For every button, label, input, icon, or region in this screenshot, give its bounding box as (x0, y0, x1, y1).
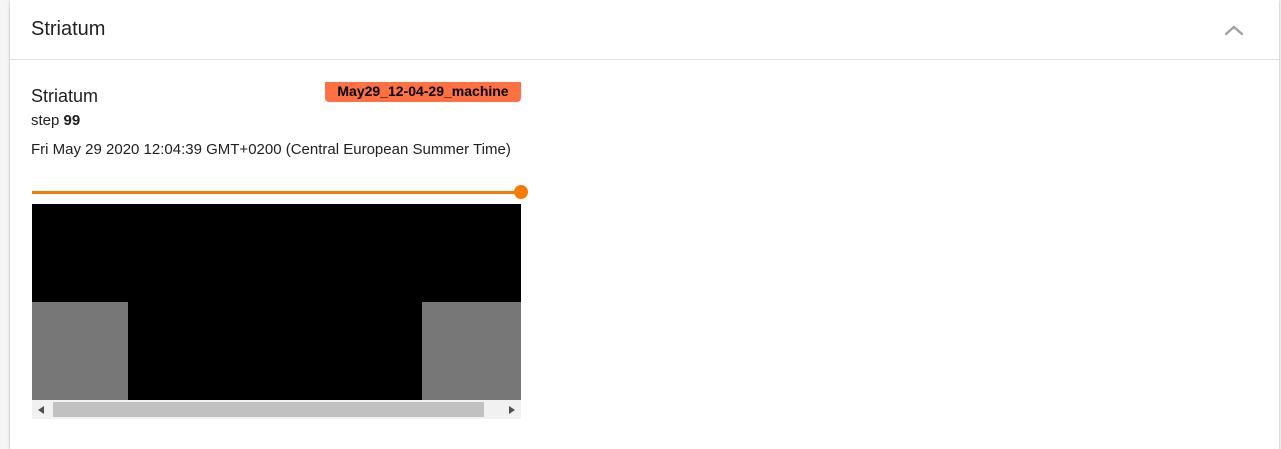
slider-thumb[interactable] (514, 185, 528, 199)
horizontal-scrollbar[interactable] (32, 400, 521, 419)
image-block-right (422, 302, 521, 400)
step-line: step 99 (31, 111, 80, 131)
timestamp: Fri May 29 2020 12:04:39 GMT+0200 (Centr… (31, 141, 511, 158)
pane-title: Striatum (31, 18, 106, 40)
run-badge: May29_12-04-29_machine (325, 82, 521, 102)
scroll-right-button[interactable] (503, 400, 521, 419)
scroll-thumb[interactable] (53, 402, 484, 417)
triangle-right-icon (509, 405, 515, 414)
triangle-left-icon (38, 405, 44, 414)
card-title: Striatum (31, 86, 99, 106)
scroll-left-button[interactable] (32, 400, 50, 419)
image-block-left (32, 302, 128, 400)
image-pane: Striatum May29_12-04-29_machine Striatum… (10, 0, 1279, 449)
step-label: step (31, 112, 60, 129)
slider-track[interactable] (32, 191, 521, 194)
pane-header[interactable]: Striatum (10, 0, 1279, 60)
image-viewport (32, 204, 521, 400)
chevron-up-icon (1224, 25, 1244, 36)
image-card: May29_12-04-29_machine Striatum step 99 … (31, 80, 528, 425)
step-value: 99 (63, 112, 81, 129)
collapse-button[interactable] (1218, 14, 1250, 46)
